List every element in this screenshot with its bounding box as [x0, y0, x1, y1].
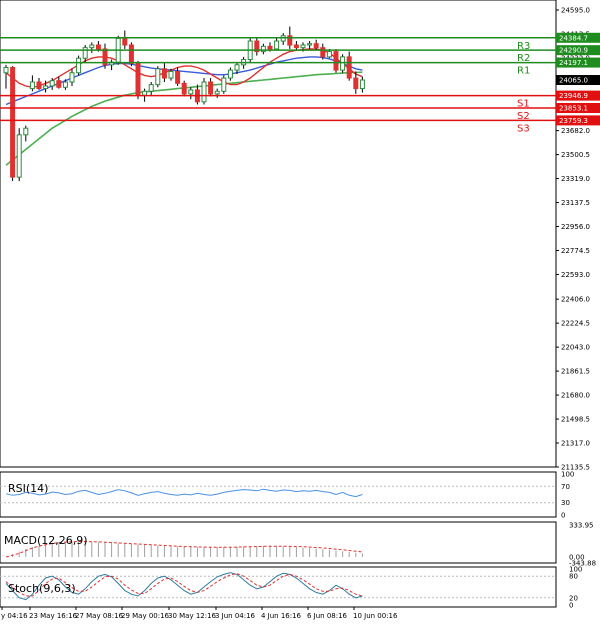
time-axis: y 04:16 23 May 16:1627 May 08:1629 May 00… — [1, 607, 398, 620]
candle-body — [69, 72, 75, 83]
rsi-tick-label: 0 — [561, 512, 565, 520]
candle-body — [56, 80, 62, 88]
time-tick-label: 27 May 08:16 — [75, 612, 124, 620]
candle-body — [155, 68, 161, 86]
price-tick-label: 22224.5 — [561, 320, 590, 328]
stoch-tick-label: 80 — [569, 573, 578, 581]
candle-body — [333, 51, 339, 71]
candle-body — [148, 84, 154, 92]
price-tick-label: 24595.0 — [561, 7, 590, 15]
level-value-r3: 24384.7 — [559, 34, 588, 42]
chart-canvas: R3R2R1S1S2S3 RSI(14) 100 70 30 0 MACD(12,26,… — [0, 0, 600, 620]
main-panel-frame — [0, 0, 557, 468]
stoch-tick-label: 0 — [569, 602, 573, 610]
macd-panel: MACD(12,26,9)333.950.00-343.88 — [0, 521, 596, 568]
time-tick-label: 23 May 16:16 — [29, 612, 78, 620]
candle-body — [214, 90, 220, 95]
macd-tick-label: 333.95 — [569, 522, 594, 530]
candle-body — [307, 43, 313, 46]
candle-body — [221, 77, 227, 92]
macd-title: MACD(12,26,9) — [4, 534, 88, 547]
time-tick-label: 30 May 12:16 — [168, 612, 217, 620]
rsi-title: RSI(14) — [8, 482, 48, 495]
price-tick-label: 23500.5 — [561, 151, 590, 159]
rsi-panel-frame — [0, 471, 557, 518]
price-tick-label: 22956.0 — [561, 223, 590, 231]
candle-body — [89, 44, 95, 49]
candle-body — [95, 44, 101, 50]
candle-body — [227, 69, 233, 79]
price-tick-label: 23682.0 — [561, 127, 590, 135]
candle-body — [135, 63, 141, 96]
time-tick-label: y 04:16 — [1, 612, 28, 620]
candle-body — [122, 37, 128, 46]
rsi-panel: RSI(14) 100 70 30 0 — [0, 471, 574, 520]
candle-body — [340, 56, 346, 71]
candle-body — [208, 81, 214, 95]
rsi-tick-label: 100 — [561, 471, 574, 479]
time-tick-label: 29 May 00:16 — [121, 612, 170, 620]
candle-body — [313, 43, 319, 49]
price-tick-label: 21861.5 — [561, 368, 590, 376]
candle-body — [142, 90, 148, 96]
rsi-tick-label: 30 — [561, 499, 570, 507]
price-tick-label: 22774.5 — [561, 247, 590, 255]
price-tick-label: 23319.0 — [561, 175, 590, 183]
candle-body — [267, 45, 273, 50]
price-tick-label: 22043.0 — [561, 344, 590, 352]
candle-body — [29, 81, 35, 90]
price-tick-label: 21680.0 — [561, 392, 590, 400]
price-axis: 24595.024413.524232.024050.523869.023682… — [556, 7, 600, 472]
price-tick-label: 21498.5 — [561, 416, 590, 424]
candle-body — [359, 79, 365, 90]
stoch-panel: Stoch(9,6,3)10080200 — [0, 566, 582, 610]
candle-body — [175, 70, 181, 84]
candle-body — [43, 85, 49, 90]
candle-body — [128, 44, 134, 65]
candle-body — [201, 81, 207, 103]
candle-body — [234, 64, 240, 71]
price-tick-label: 22593.0 — [561, 271, 590, 279]
candle-body — [76, 57, 82, 74]
candle-body — [16, 134, 22, 178]
current-price-label: 24065.0 — [559, 77, 588, 85]
candle-body — [300, 44, 306, 49]
time-tick-label: 3 Jun 04:16 — [215, 612, 256, 620]
candle-body — [23, 127, 29, 136]
candle-body — [161, 68, 167, 79]
candle-body — [346, 56, 352, 79]
candle-body — [82, 47, 88, 59]
candle-body — [10, 66, 16, 178]
candle-body — [49, 80, 55, 87]
price-tick-label: 22406.0 — [561, 296, 590, 304]
level-value-s2: 23853.1 — [559, 105, 588, 113]
time-tick-label: 10 Jun 00:16 — [353, 612, 398, 620]
level-value-s1: 23946.9 — [559, 92, 588, 100]
candle-body — [353, 77, 359, 90]
candle-body — [181, 82, 187, 95]
candle-body — [188, 89, 194, 95]
stoch-panel-frame — [0, 566, 557, 608]
main-price-panel: R3R2R1S1S2S3 — [0, 0, 557, 468]
price-tick-label: 21317.0 — [561, 440, 590, 448]
price-tick-label: 21135.5 — [561, 464, 590, 472]
candle-body — [62, 81, 68, 88]
price-tick-label: 23137.5 — [561, 199, 590, 207]
candle-body — [168, 70, 174, 79]
candle-body — [274, 40, 280, 50]
time-tick-label: 4 Jun 16:16 — [261, 612, 302, 620]
candle-body — [320, 47, 326, 58]
time-tick-label: 6 Jun 08:16 — [307, 612, 348, 620]
level-name-r1: R1 — [517, 66, 530, 77]
level-value-s3: 23759.3 — [559, 117, 588, 125]
level-value-r1: 24197.1 — [559, 59, 588, 67]
level-value-r2: 24290.9 — [559, 47, 588, 55]
stoch-title: Stoch(9,6,3) — [8, 582, 76, 595]
candle-body — [3, 66, 9, 74]
candle-body — [326, 51, 332, 58]
level-name-s3: S3 — [517, 123, 530, 134]
candle-body — [293, 44, 299, 49]
candle-body — [36, 81, 42, 90]
rsi-tick-label: 70 — [561, 483, 570, 491]
